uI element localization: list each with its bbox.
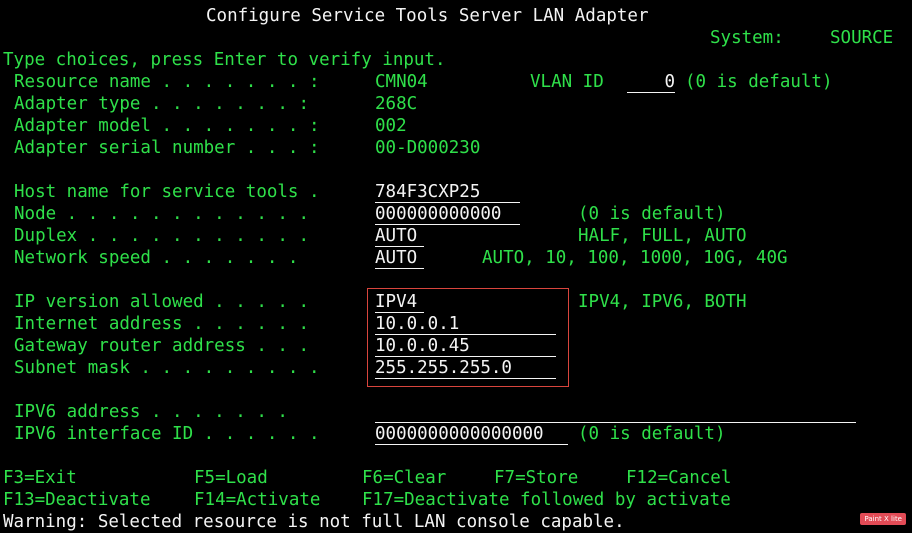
system-label: System: — [710, 28, 784, 48]
f12-cancel-key[interactable]: F12=Cancel — [626, 467, 731, 489]
f17-deactivate-activate-key[interactable]: F17=Deactivate followed by activate — [362, 489, 731, 511]
node-field[interactable]: 000000000000 — [375, 203, 520, 225]
node-hint: (0 is default) — [578, 204, 726, 224]
vlan-id-field[interactable]: 0 — [627, 71, 675, 93]
node-label: Node . . . . . . . . . . . . — [14, 204, 310, 224]
network-speed-label: Network speed . . . . . . . — [14, 248, 299, 268]
duplex-label: Duplex . . . . . . . . . . . — [14, 226, 310, 246]
adapter-serial-value: 00-D000230 — [375, 138, 481, 158]
resource-name-label: Resource name . . . . . . . : — [14, 72, 320, 92]
duplex-field[interactable]: AUTO — [375, 225, 424, 247]
ip-version-hint: IPV4, IPV6, BOTH — [578, 292, 747, 312]
vlan-id-label: VLAN ID — [530, 72, 604, 92]
ipv6-interface-id-field[interactable]: 0000000000000000 — [375, 423, 568, 445]
adapter-model-value: 002 — [375, 116, 407, 136]
adapter-model-label: Adapter model . . . . . . . : — [14, 116, 320, 136]
paint-x-lite-badge: Paint X lite — [860, 513, 906, 525]
adapter-type-label: Adapter type . . . . . . . : — [14, 94, 310, 114]
f5-load-key[interactable]: F5=Load — [194, 467, 268, 489]
ipv6-interface-id-hint: (0 is default) — [578, 424, 726, 444]
system-value: SOURCE — [830, 28, 894, 48]
gateway-label: Gateway router address . . . — [14, 336, 310, 356]
f3-exit-key[interactable]: F3=Exit — [3, 467, 77, 489]
f13-deactivate-key[interactable]: F13=Deactivate — [3, 489, 151, 511]
subnet-mask-label: Subnet mask . . . . . . . . . — [14, 358, 320, 378]
ip-version-label: IP version allowed . . . . . — [14, 292, 310, 312]
screen-title: Configure Service Tools Server LAN Adapt… — [206, 6, 649, 26]
f6-clear-key[interactable]: F6=Clear — [362, 467, 446, 489]
ipv6-address-label: IPV6 address . . . . . . . — [14, 402, 288, 422]
ipv6-interface-id-label: IPV6 interface ID . . . . . . — [14, 424, 320, 444]
internet-address-label: Internet address . . . . . . — [14, 314, 310, 334]
host-name-label: Host name for service tools . — [14, 182, 320, 202]
ipv6-address-field[interactable] — [375, 401, 856, 423]
f7-store-key[interactable]: F7=Store — [494, 467, 578, 489]
instructions: Type choices, press Enter to verify inpu… — [3, 50, 446, 70]
f14-activate-key[interactable]: F14=Activate — [194, 489, 320, 511]
resource-name-value: CMN04 — [375, 72, 428, 92]
adapter-serial-label: Adapter serial number . . . : — [14, 138, 320, 158]
gateway-field[interactable]: 10.0.0.45 — [375, 335, 556, 357]
ip-version-field[interactable]: IPV4 — [375, 291, 424, 313]
adapter-type-value: 268C — [375, 94, 418, 114]
subnet-mask-field[interactable]: 255.255.255.0 — [375, 357, 556, 379]
internet-address-field[interactable]: 10.0.0.1 — [375, 313, 556, 335]
vlan-id-hint: (0 is default) — [685, 72, 833, 92]
host-name-field[interactable]: 784F3CXP25 — [375, 181, 520, 203]
duplex-hint: HALF, FULL, AUTO — [578, 226, 747, 246]
network-speed-hint: AUTO, 10, 100, 1000, 10G, 40G — [482, 248, 788, 268]
network-speed-field[interactable]: AUTO — [375, 247, 424, 269]
